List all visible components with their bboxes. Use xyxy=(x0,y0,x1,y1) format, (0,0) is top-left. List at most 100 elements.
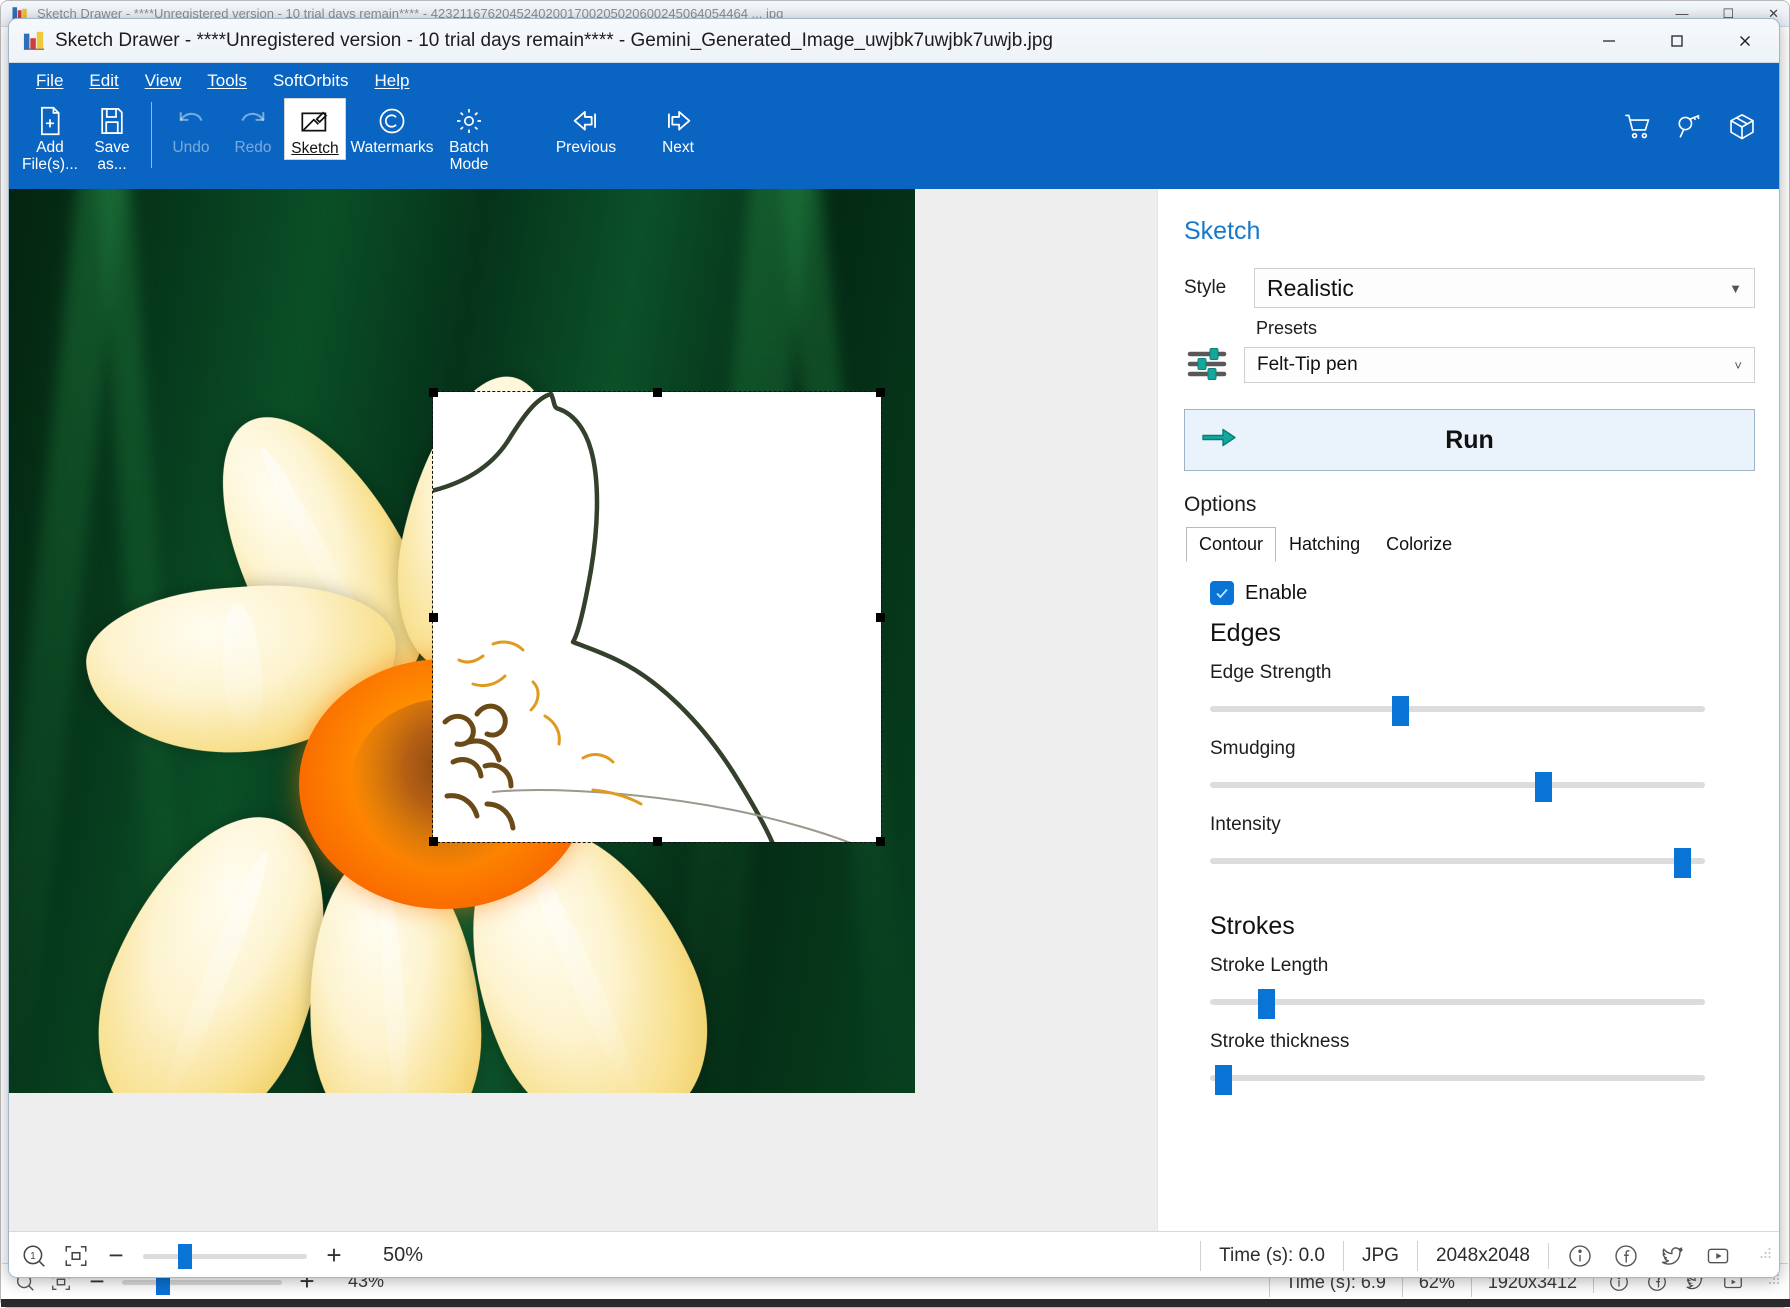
selection-handle-n[interactable] xyxy=(653,388,662,397)
chevron-down-icon: ˅ xyxy=(1734,357,1742,373)
check-icon xyxy=(1216,588,1228,599)
selection-handle-s[interactable] xyxy=(653,837,662,846)
zoom-slider-track xyxy=(143,1253,307,1259)
edge-strength-slider[interactable] xyxy=(1210,694,1705,726)
menu-tools[interactable]: Tools xyxy=(194,68,260,94)
key-icon[interactable] xyxy=(1675,112,1705,142)
next-button[interactable]: Next xyxy=(632,98,724,156)
add-files-button[interactable]: Add File(s)... xyxy=(19,98,81,173)
enable-label: Enable xyxy=(1245,581,1308,604)
stroke-thickness-track xyxy=(1210,1075,1705,1081)
background-window-bottom-edge xyxy=(1,1299,1790,1307)
style-value: Realistic xyxy=(1267,274,1354,301)
shopping-cart-icon[interactable] xyxy=(1623,112,1653,142)
style-dropdown[interactable]: Realistic ▼ xyxy=(1254,268,1755,308)
enable-row[interactable]: Enable xyxy=(1210,581,1755,605)
save-as-button[interactable]: Save as... xyxy=(81,98,143,173)
stroke-thickness-slider[interactable] xyxy=(1210,1063,1705,1095)
zoom-slider-thumb[interactable] xyxy=(178,1243,192,1269)
menu-help[interactable]: Help xyxy=(362,68,423,94)
maximize-button[interactable] xyxy=(1643,19,1711,62)
menu-softorbits[interactable]: SoftOrbits xyxy=(260,68,362,94)
image-canvas[interactable] xyxy=(9,189,1157,1231)
selection-handle-se[interactable] xyxy=(876,837,885,846)
strokes-group-title: Strokes xyxy=(1210,912,1295,940)
time-label: Time (s): 0.0 xyxy=(1200,1240,1343,1271)
box-icon[interactable] xyxy=(1727,112,1757,142)
facebook-icon[interactable] xyxy=(1613,1243,1639,1269)
minimize-button[interactable] xyxy=(1575,19,1643,62)
panel-title: Sketch xyxy=(1184,217,1261,245)
gear-icon xyxy=(454,103,484,139)
undo-button[interactable]: Undo xyxy=(160,98,222,156)
svg-text:1: 1 xyxy=(30,1250,35,1261)
zoom-slider[interactable] xyxy=(143,1243,307,1269)
watermarks-button[interactable]: Watermarks xyxy=(346,98,438,156)
tab-colorize-label: Colorize xyxy=(1386,534,1453,554)
smudging-thumb[interactable] xyxy=(1535,772,1552,802)
smudging-slider[interactable] xyxy=(1210,770,1705,802)
edge-strength-thumb[interactable] xyxy=(1392,696,1409,726)
sketch-drawer-window: Sketch Drawer - ****Unregistered version… xyxy=(8,18,1780,1278)
sketch-drawer-logo xyxy=(23,31,45,50)
redo-label: Redo xyxy=(234,139,272,156)
youtube-icon[interactable] xyxy=(1705,1243,1731,1269)
presets-dropdown[interactable]: Felt-Tip pen ˅ xyxy=(1244,347,1755,383)
undo-label: Undo xyxy=(172,139,210,156)
save-as-label-2: as... xyxy=(97,156,127,173)
tab-colorize[interactable]: Colorize xyxy=(1373,527,1465,562)
sketch-line-art xyxy=(433,392,851,842)
tab-hatching[interactable]: Hatching xyxy=(1276,527,1373,562)
titlebar: Sketch Drawer - ****Unregistered version… xyxy=(9,19,1779,63)
smudging-label: Smudging xyxy=(1210,738,1296,759)
enable-checkbox[interactable] xyxy=(1210,581,1234,605)
selection-handle-sw[interactable] xyxy=(429,837,438,846)
presets-label: Presets xyxy=(1256,318,1318,338)
previous-label: Previous xyxy=(555,139,617,156)
batch-mode-button[interactable]: Batch Mode xyxy=(438,98,500,173)
menu-help-label: Help xyxy=(374,71,410,90)
menu-edit-label: Edit xyxy=(89,71,119,90)
add-files-label-1: Add xyxy=(36,139,64,156)
sketch-button[interactable]: Sketch xyxy=(284,98,346,160)
chevron-down-icon: ▼ xyxy=(1729,280,1742,296)
stroke-length-slider[interactable] xyxy=(1210,987,1705,1019)
tab-contour[interactable]: Contour xyxy=(1186,527,1277,562)
body-area: Sketch Style Realistic ▼ Presets Felt-Ti… xyxy=(9,189,1779,1231)
fit-to-window-icon[interactable] xyxy=(63,1243,89,1269)
previous-button[interactable]: Previous xyxy=(540,98,632,156)
menu-file[interactable]: File xyxy=(23,68,76,94)
stroke-thickness-thumb[interactable] xyxy=(1215,1065,1232,1095)
stroke-length-track xyxy=(1210,999,1705,1005)
resize-grip[interactable] xyxy=(1757,1245,1773,1267)
style-label: Style xyxy=(1184,277,1227,298)
zoom-in-button[interactable]: + xyxy=(323,1240,345,1271)
floppy-disk-icon xyxy=(98,103,126,139)
close-button[interactable] xyxy=(1711,19,1779,62)
stroke-length-thumb[interactable] xyxy=(1258,989,1275,1019)
smudging-track xyxy=(1210,782,1705,788)
run-button[interactable]: Run xyxy=(1184,409,1755,471)
arrow-right-icon xyxy=(661,103,695,139)
zoom-actual-size-icon[interactable]: 1 xyxy=(21,1243,47,1269)
selection-handle-ne[interactable] xyxy=(876,388,885,397)
twitter-icon[interactable] xyxy=(1659,1243,1685,1269)
info-icon[interactable] xyxy=(1567,1243,1593,1269)
statusbar-left: 1 − + 50% xyxy=(9,1240,423,1271)
menu-view[interactable]: View xyxy=(132,68,195,94)
save-as-label-1: Save xyxy=(94,139,130,156)
selection-handle-nw[interactable] xyxy=(429,388,438,397)
toolbar-right-icons xyxy=(1623,98,1779,142)
add-files-label-2: File(s)... xyxy=(22,156,78,173)
menu-edit[interactable]: Edit xyxy=(76,68,131,94)
presets-row: Felt-Tip pen ˅ xyxy=(1184,343,1755,387)
intensity-slider[interactable] xyxy=(1210,846,1705,878)
edge-strength-label: Edge Strength xyxy=(1210,662,1332,683)
redo-button[interactable]: Redo xyxy=(222,98,284,156)
zoom-out-button[interactable]: − xyxy=(105,1240,127,1271)
sketch-preview-selection[interactable] xyxy=(429,388,885,846)
intensity-thumb[interactable] xyxy=(1674,848,1691,878)
redo-arrow-icon xyxy=(237,103,269,139)
selection-handle-w[interactable] xyxy=(429,613,438,622)
selection-handle-e[interactable] xyxy=(876,613,885,622)
